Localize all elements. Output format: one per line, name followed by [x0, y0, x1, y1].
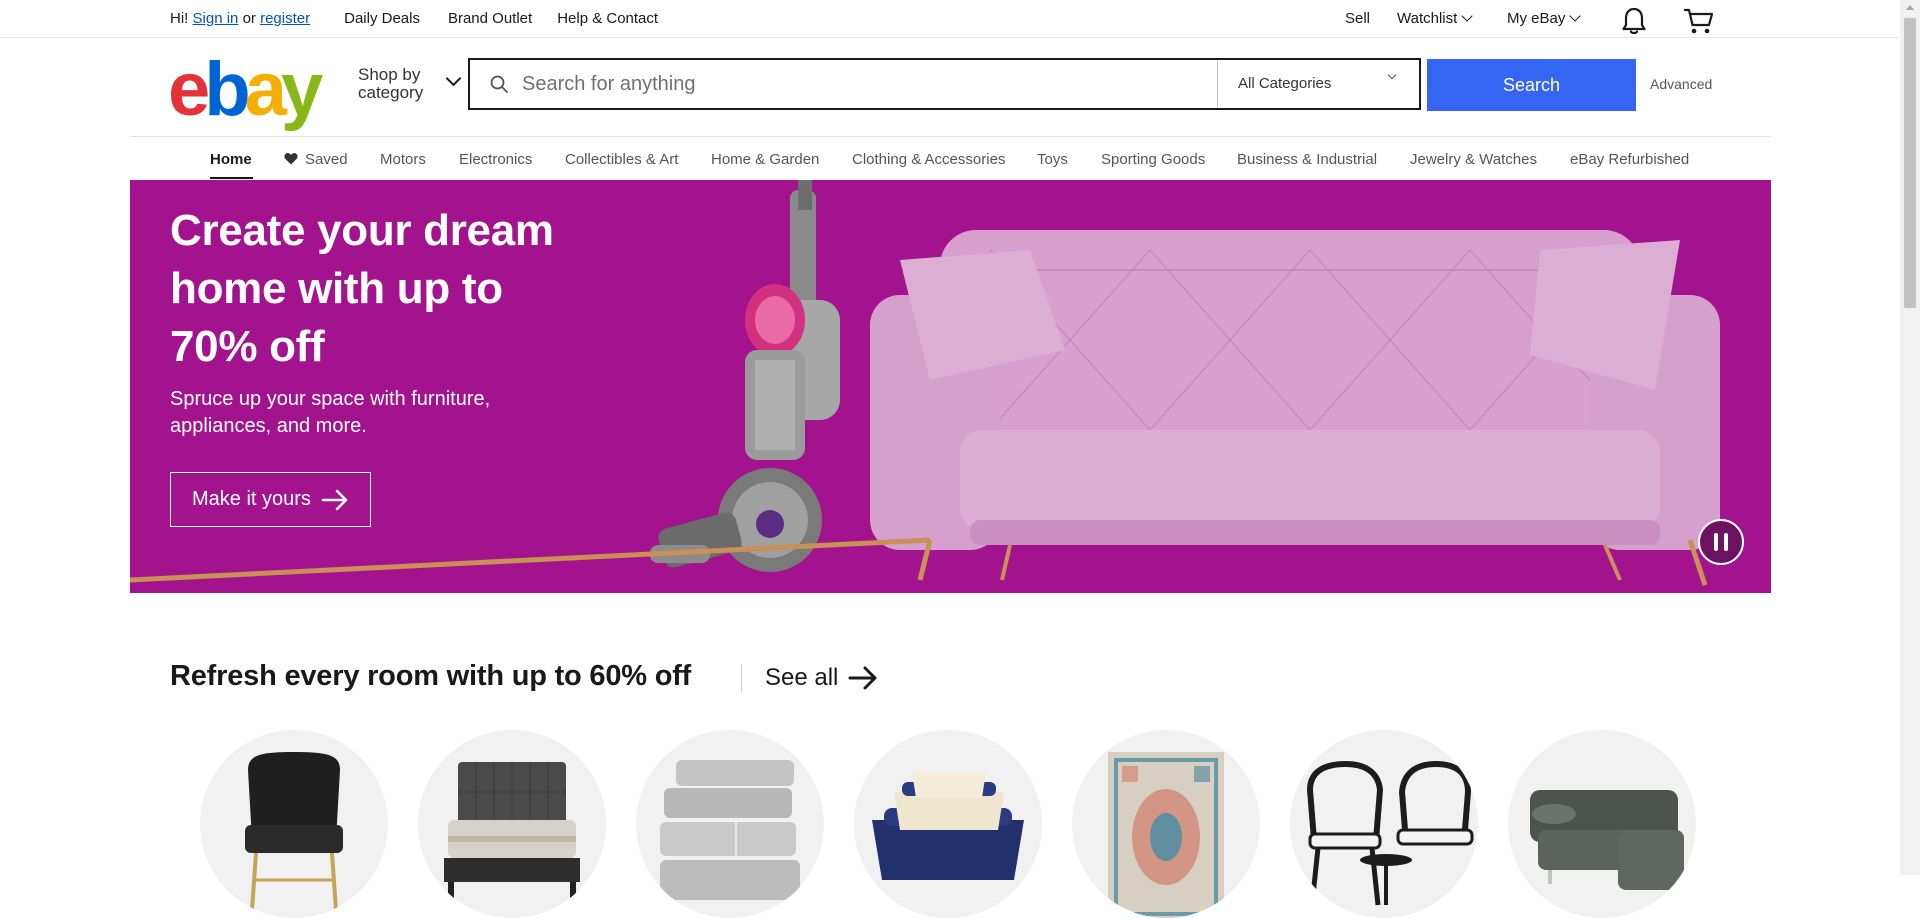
- chevron-down-icon: [1461, 10, 1473, 22]
- hero-banner[interactable]: Create your dream home with up to 70% of…: [130, 180, 1771, 593]
- my-ebay-menu[interactable]: My eBay: [1507, 10, 1582, 27]
- bakeware-image: [872, 772, 1024, 880]
- nav-item-collectibles-art[interactable]: Collectibles & Art: [565, 151, 678, 168]
- section-divider: [741, 664, 742, 692]
- nav-item-clothing-accessories[interactable]: Clothing & Accessories: [852, 151, 1005, 168]
- nav-item-electronics[interactable]: Electronics: [459, 151, 532, 168]
- cart-icon[interactable]: [1683, 6, 1715, 36]
- category-tile-patio-set[interactable]: [1290, 730, 1478, 918]
- logo-letter-a: a: [244, 47, 287, 132]
- watchlist-label: Watchlist: [1397, 10, 1458, 27]
- chevron-down-icon: [1569, 10, 1582, 22]
- search-icon: [490, 75, 508, 93]
- scroll-up-arrow-icon[interactable]: [1906, 5, 1914, 10]
- active-tab-indicator: [210, 177, 253, 179]
- advanced-search-link[interactable]: Advanced: [1650, 76, 1712, 92]
- my-ebay-label: My eBay: [1507, 10, 1566, 27]
- arrow-right-icon: [321, 489, 348, 510]
- vacuum-illustration: [650, 180, 840, 572]
- page-scrollbar[interactable]: [1900, 0, 1920, 875]
- nav-item-jewelry-watches[interactable]: Jewelry & Watches: [1410, 151, 1537, 168]
- search-bar: All Categories: [468, 58, 1421, 110]
- category-tile-bakeware[interactable]: [854, 730, 1042, 918]
- mattress-image: [444, 762, 580, 910]
- chevron-down-icon: [1387, 70, 1397, 80]
- scrollbar-thumb[interactable]: [1904, 18, 1916, 308]
- nav-item-home[interactable]: Home: [210, 151, 252, 168]
- pause-icon: [1714, 533, 1718, 551]
- section-title: Refresh every room with up to 60% off: [170, 660, 692, 692]
- category-tile-bed-sheets[interactable]: [636, 730, 824, 918]
- cta-label: Make it yours: [192, 488, 311, 510]
- nav-item-ebay-refurbished[interactable]: eBay Refurbished: [1570, 151, 1689, 168]
- top-utility-bar: Hi! Sign in or register Daily Deals Bran…: [0, 0, 1898, 38]
- category-tile-area-rug[interactable]: [1072, 730, 1260, 918]
- top-right-links: Sell Watchlist My eBay: [0, 7, 1898, 35]
- nav-item-saved-label: Saved: [305, 151, 348, 168]
- area-rug-image: [1108, 752, 1224, 918]
- category-select-value: All Categories: [1238, 75, 1332, 92]
- make-it-yours-button[interactable]: Make it yours: [170, 472, 371, 527]
- shop-by-label-2: category: [358, 83, 424, 102]
- accent-chair-image: [245, 752, 343, 911]
- category-tile-mattress[interactable]: [418, 730, 606, 918]
- ebay-logo[interactable]: ebay: [168, 52, 323, 128]
- sectional-sofa-image: [1530, 790, 1684, 904]
- search-button[interactable]: Search: [1427, 59, 1636, 111]
- category-tile-sectional-sofa[interactable]: [1508, 730, 1696, 918]
- watchlist-menu[interactable]: Watchlist: [1397, 10, 1473, 27]
- bed-sheets-image: [660, 760, 800, 900]
- logo-letter-b: b: [204, 47, 251, 132]
- heart-icon: [284, 153, 298, 165]
- pause-button[interactable]: [1698, 519, 1744, 565]
- category-nav: Home Saved Motors Electronics Collectibl…: [130, 136, 1771, 180]
- patio-set-image: [1306, 760, 1474, 906]
- nav-item-toys[interactable]: Toys: [1037, 151, 1068, 168]
- bell-icon[interactable]: [1620, 6, 1648, 36]
- nav-item-saved[interactable]: Saved: [284, 151, 348, 168]
- pause-icon-bar: [1724, 533, 1728, 551]
- logo-letter-e: e: [168, 47, 210, 132]
- nav-item-sporting-goods[interactable]: Sporting Goods: [1101, 151, 1205, 168]
- nav-item-motors[interactable]: Motors: [380, 151, 426, 168]
- chevron-down-icon: [445, 70, 462, 87]
- category-tile-accent-chair[interactable]: [200, 730, 388, 918]
- nav-item-business-industrial[interactable]: Business & Industrial: [1237, 151, 1377, 168]
- hero-headline: Create your dream home with up to 70% of…: [170, 206, 554, 371]
- search-input[interactable]: [520, 71, 1214, 97]
- shop-by-label: Shop by: [358, 65, 421, 84]
- arrow-right-icon: [848, 666, 877, 690]
- category-select[interactable]: All Categories: [1217, 60, 1419, 108]
- logo-letter-y: y: [281, 47, 323, 132]
- see-all-link[interactable]: See all: [765, 664, 878, 692]
- shop-by-category-button[interactable]: Shop by category: [358, 65, 462, 102]
- see-all-label: See all: [765, 664, 839, 691]
- nav-item-home-garden[interactable]: Home & Garden: [711, 151, 819, 168]
- hero-subtext: Spruce up your space with furniture, app…: [170, 388, 491, 437]
- sell-link[interactable]: Sell: [1345, 10, 1370, 27]
